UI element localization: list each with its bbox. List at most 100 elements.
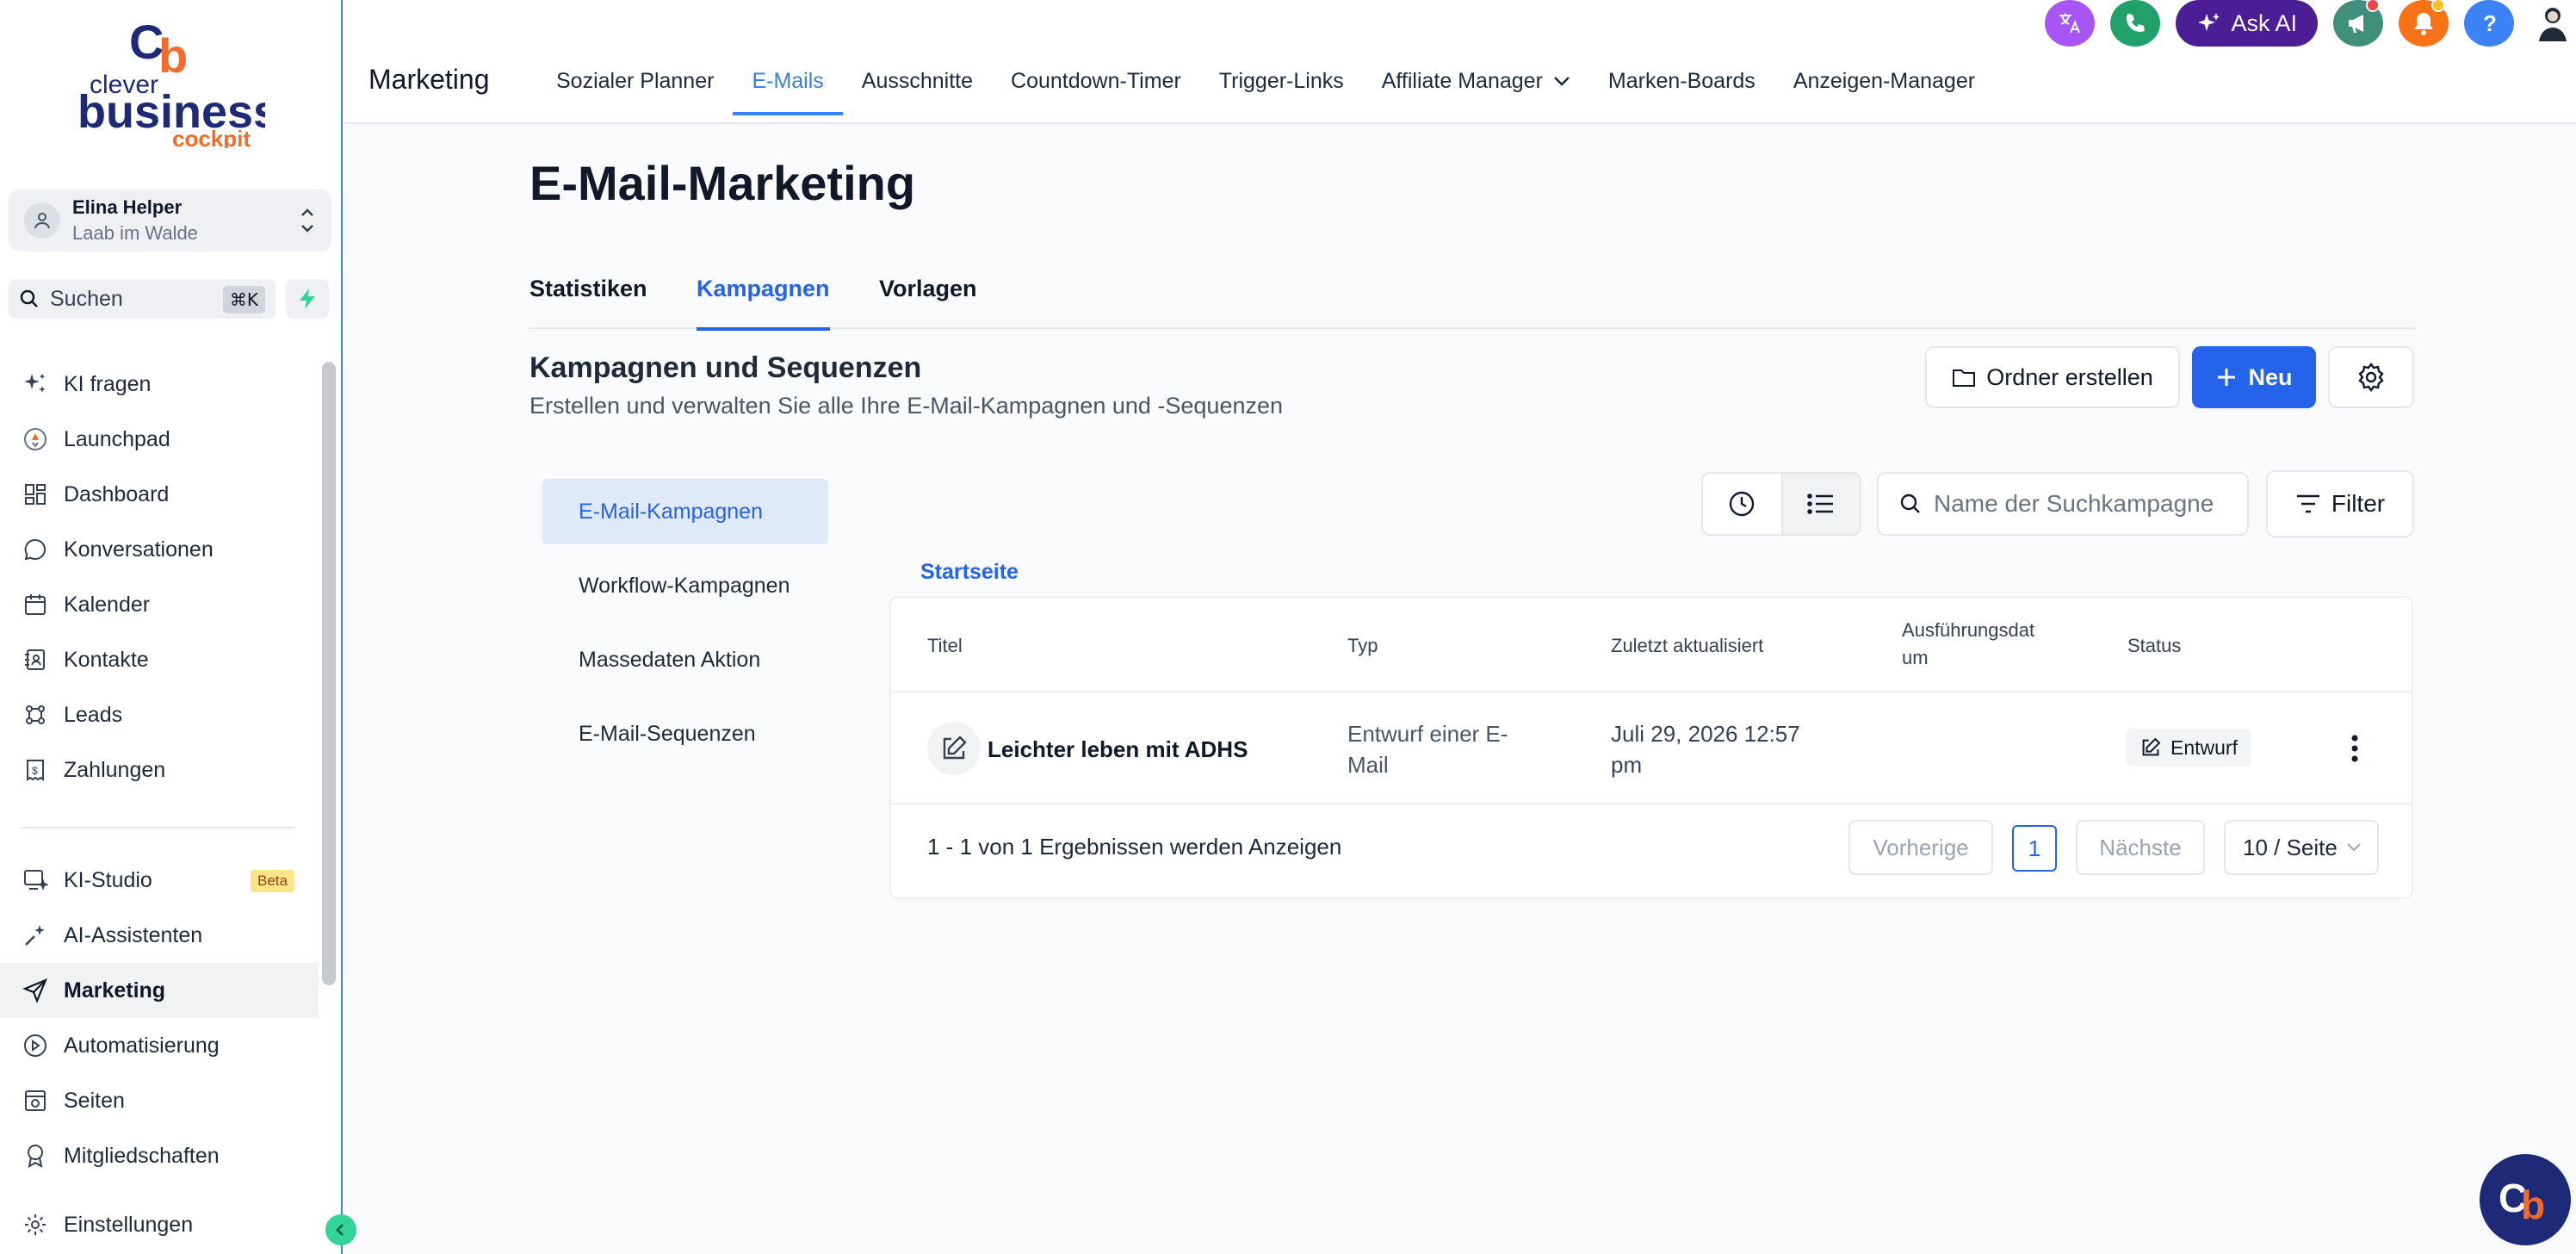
- svg-text:b: b: [2521, 1183, 2545, 1226]
- pages-icon: [21, 1086, 50, 1115]
- edit-icon[interactable]: [927, 722, 981, 775]
- payment-icon: $: [21, 755, 50, 785]
- sidebar-item-kontakte[interactable]: Kontakte: [0, 632, 319, 687]
- sparkle-icon: [21, 369, 50, 399]
- sidebar-nav-footer: Einstellungen: [0, 1197, 319, 1252]
- create-folder-button[interactable]: Ordner erstellen: [1925, 346, 2180, 408]
- folder-icon: [1953, 369, 1976, 387]
- gear-icon: [2358, 363, 2384, 392]
- col-header-typ: Typ: [1347, 635, 1378, 656]
- clock-icon: [1730, 491, 1755, 517]
- translate-button[interactable]: [2045, 0, 2096, 47]
- search-label: Suchen: [50, 286, 123, 311]
- page-size-select[interactable]: 10 / Seite: [2224, 820, 2379, 875]
- account-name: Elina Helper: [72, 196, 183, 218]
- ai-studio-icon: [21, 866, 50, 895]
- sidebar-item-mitgliedschaften[interactable]: Mitgliedschaften: [0, 1128, 319, 1183]
- notifications-button[interactable]: [2399, 0, 2449, 47]
- collapse-sidebar-button[interactable]: [325, 1214, 356, 1245]
- brand-icon: C b: [2499, 1176, 2545, 1226]
- status-badge: Entwurf: [2126, 729, 2251, 767]
- sidebar-nav-primary: KI fragen Launchpad Dashboard Konversati…: [0, 357, 319, 798]
- sidebar-divider: [21, 827, 294, 829]
- list-item-workflow-kampagnen[interactable]: Workflow-Kampagnen: [542, 553, 828, 618]
- col-header-ausfuehrungsdatum: Ausführungsdat um: [1902, 619, 2035, 668]
- sidebar-scrollbar[interactable]: [322, 362, 336, 985]
- section-title: Kampagnen und Sequenzen: [529, 351, 922, 384]
- sidebar-item-ki-studio[interactable]: KI-Studio Beta: [0, 853, 319, 908]
- prev-page-button[interactable]: Vorherige: [1848, 820, 1993, 875]
- tab-countdown-timer[interactable]: Countdown-Timer: [992, 50, 1200, 122]
- page-title: E-Mail-Marketing: [529, 156, 916, 210]
- tab-e-mails[interactable]: E-Mails: [733, 50, 844, 122]
- assistant-icon: [21, 921, 50, 950]
- help-button[interactable]: ?: [2464, 0, 2514, 47]
- logo-sub-text: cockpit: [172, 126, 251, 148]
- campaign-search-input[interactable]: [1934, 490, 2226, 518]
- col-header-zuletzt-aktualisiert: Zuletzt aktualisiert: [1611, 635, 1764, 656]
- sidebar-item-kalender[interactable]: Kalender: [0, 577, 319, 632]
- module-tabs: Sozialer Planner E-Mails Ausschnitte Cou…: [537, 50, 1994, 122]
- tab-trigger-links[interactable]: Trigger-Links: [1200, 50, 1363, 122]
- page-number-button[interactable]: 1: [2012, 825, 2057, 872]
- gear-icon: [21, 1210, 50, 1239]
- list-item-e-mail-kampagnen[interactable]: E-Mail-Kampagnen: [542, 479, 828, 544]
- announcements-button[interactable]: [2333, 0, 2383, 47]
- breadcrumb[interactable]: Startseite: [920, 560, 1019, 585]
- sidebar-item-ki-fragen[interactable]: KI fragen: [0, 357, 319, 412]
- filter-icon: [2296, 494, 2319, 513]
- row-title[interactable]: Leichter leben mit ADHS: [988, 734, 1248, 765]
- tab-affiliate-manager[interactable]: Affiliate Manager: [1363, 50, 1589, 122]
- tab-marken-boards[interactable]: Marken-Boards: [1589, 50, 1774, 122]
- sidebar-item-ai-assistenten[interactable]: AI-Assistenten: [0, 908, 319, 963]
- chat-icon: [21, 535, 50, 564]
- search-icon: [20, 289, 38, 307]
- filter-button[interactable]: Filter: [2266, 470, 2414, 537]
- bolt-icon: [300, 289, 315, 309]
- calendar-icon: [21, 590, 50, 619]
- list-icon: [1807, 494, 1834, 514]
- new-button[interactable]: Neu: [2192, 346, 2316, 408]
- sidebar-item-launchpad[interactable]: Launchpad: [0, 412, 319, 467]
- sparkle-icon: [2198, 13, 2220, 31]
- sidebar-item-dashboard[interactable]: Dashboard: [0, 467, 319, 522]
- sidebar-item-leads[interactable]: Leads: [0, 687, 319, 742]
- sidebar-search[interactable]: Suchen ⌘K: [9, 279, 276, 319]
- campaign-search[interactable]: [1877, 472, 2249, 536]
- ask-ai-button[interactable]: Ask AI: [2176, 0, 2318, 47]
- sidebar-item-einstellungen[interactable]: Einstellungen: [0, 1197, 319, 1252]
- tab-ausschnitte[interactable]: Ausschnitte: [843, 50, 992, 122]
- history-view-button[interactable]: [1703, 474, 1781, 534]
- subtab-statistiken[interactable]: Statistiken: [529, 276, 647, 329]
- brand-logo[interactable]: C b clever business cockpit: [76, 15, 279, 152]
- col-header-titel: Titel: [927, 635, 963, 656]
- tab-anzeigen-manager[interactable]: Anzeigen-Manager: [1774, 50, 1994, 122]
- phone-button[interactable]: [2110, 0, 2161, 47]
- next-page-button[interactable]: Nächste: [2076, 820, 2205, 875]
- megaphone-icon: [2349, 15, 2363, 33]
- subtab-kampagnen[interactable]: Kampagnen: [697, 276, 830, 331]
- list-view-button[interactable]: [1780, 474, 1860, 534]
- quick-action-button[interactable]: [286, 279, 329, 319]
- sidebar-item-konversationen[interactable]: Konversationen: [0, 522, 319, 577]
- svg-text:b: b: [158, 28, 188, 83]
- tab-sozialer-planner[interactable]: Sozialer Planner: [537, 50, 733, 122]
- list-item-massedaten-aktion[interactable]: Massedaten Aktion: [542, 627, 828, 692]
- list-item-e-mail-sequenzen[interactable]: E-Mail-Sequenzen: [542, 701, 828, 767]
- chevron-updown-icon: [299, 205, 316, 236]
- sidebar-item-zahlungen[interactable]: $ Zahlungen: [0, 742, 319, 798]
- sidebar-item-marketing[interactable]: Marketing: [0, 963, 319, 1018]
- send-icon: [21, 976, 50, 1005]
- account-switcher[interactable]: Elina Helper Laab im Walde: [9, 189, 331, 251]
- sidebar-item-seiten[interactable]: Seiten: [0, 1073, 319, 1128]
- help-icon: ?: [2483, 11, 2497, 35]
- profile-avatar[interactable]: [2530, 0, 2576, 47]
- brand-chat-button[interactable]: C b: [2480, 1154, 2571, 1245]
- row-actions-button[interactable]: [2338, 727, 2372, 770]
- subtab-vorlagen[interactable]: Vorlagen: [879, 276, 977, 329]
- chevron-down-icon: [1554, 77, 1570, 86]
- grid-icon: [21, 480, 50, 509]
- sidebar-item-automatisierung[interactable]: Automatisierung: [0, 1018, 319, 1073]
- sidebar-nav-secondary: KI-Studio Beta AI-Assistenten Marketing …: [0, 853, 319, 1183]
- settings-button[interactable]: [2328, 346, 2414, 408]
